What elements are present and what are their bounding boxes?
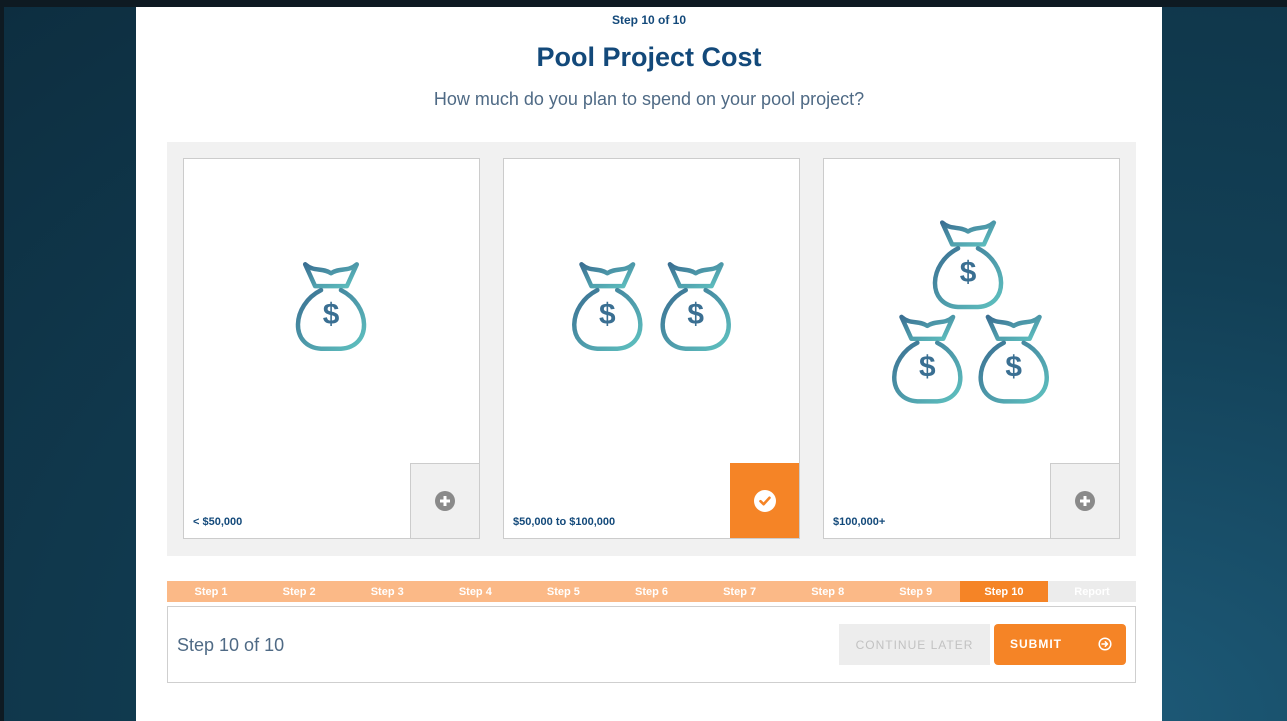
svg-text:$: $	[1005, 351, 1022, 384]
money-bag-icon: $ $	[572, 262, 731, 351]
plus-icon	[435, 491, 455, 511]
money-bag-icon: $ $ $	[892, 220, 1049, 404]
progress-step-4[interactable]: Step 4	[431, 581, 520, 602]
arrow-circle-icon	[1098, 637, 1112, 654]
plus-icon	[1075, 491, 1095, 511]
svg-text:$: $	[687, 298, 704, 331]
progress-step-7[interactable]: Step 7	[695, 581, 784, 602]
progress-step-1[interactable]: Step 1	[167, 581, 256, 602]
submit-button[interactable]: SUBMIT	[994, 624, 1126, 665]
step-indicator: Step 10 of 10	[611, 13, 687, 27]
add-option-button[interactable]	[410, 463, 479, 538]
progress-step-9[interactable]: Step 9	[871, 581, 960, 602]
footer-step-status: Step 10 of 10	[177, 635, 285, 655]
progress-step-8[interactable]: Step 8	[783, 581, 872, 602]
progress-step-report: Report	[1047, 581, 1137, 602]
progress-step-2[interactable]: Step 2	[255, 581, 344, 602]
option-label: $100,000+	[833, 516, 886, 528]
progress-steps: Step 1 Step 2 Step 3 Step 4 Step 5 Step …	[167, 581, 1137, 602]
window-frame-top	[0, 0, 1287, 7]
option-label: $50,000 to $100,000	[513, 516, 616, 528]
continue-later-button[interactable]: CONTINUE LATER	[839, 624, 990, 665]
progress-step-5[interactable]: Step 5	[519, 581, 608, 602]
svg-text:$: $	[960, 256, 977, 289]
option-card-50k-to-100k[interactable]: $ $ $50,000 to $100,000	[503, 158, 800, 539]
option-card-under-50k[interactable]: $ < $50,000	[183, 158, 480, 539]
page-subtitle: How much do you plan to spend on your po…	[433, 89, 865, 109]
option-card-over-100k[interactable]: $ $ $ $100,000+	[823, 158, 1120, 539]
questionnaire-page: Step 10 of 10 Pool Project Cost How much…	[136, 7, 1162, 721]
page-title: Pool Project Cost	[536, 42, 762, 72]
checkmark-icon	[753, 489, 776, 512]
submit-label: SUBMIT	[1010, 637, 1062, 651]
option-label: < $50,000	[193, 516, 243, 528]
progress-step-6[interactable]: Step 6	[607, 581, 696, 602]
add-option-button[interactable]	[1050, 463, 1119, 538]
money-bag-icon: $	[295, 262, 367, 351]
progress-step-3[interactable]: Step 3	[343, 581, 432, 602]
progress-step-10[interactable]: Step 10	[959, 581, 1048, 602]
svg-text:$: $	[919, 351, 936, 384]
selected-option-button[interactable]	[730, 463, 799, 538]
footer-bar: Step 10 of 10 CONTINUE LATER SUBMIT	[167, 606, 1136, 683]
svg-text:$: $	[323, 298, 340, 331]
svg-text:$: $	[599, 298, 616, 331]
options-panel: $ < $50,000 $ $ $50,000 to $100,000 $ $ …	[167, 142, 1136, 556]
window-frame-left	[0, 0, 4, 721]
